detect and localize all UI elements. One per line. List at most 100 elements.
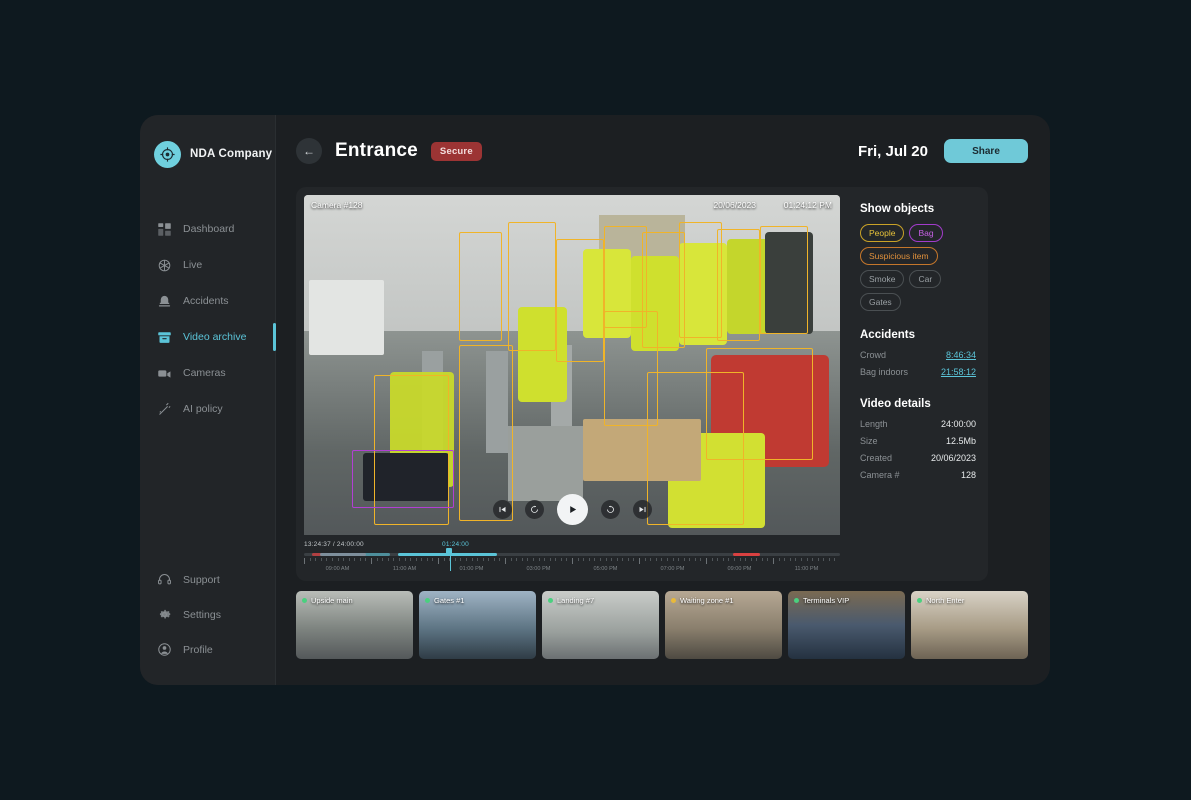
timeline-minor-tick bbox=[432, 558, 434, 561]
status-dot bbox=[548, 598, 553, 603]
camera-thumbnail-terminals-vip[interactable]: Terminals VIP bbox=[788, 591, 905, 659]
sidebar-item-accidents[interactable]: Accidents bbox=[140, 283, 275, 319]
date-label: Fri, Jul 20 bbox=[857, 142, 928, 160]
status-dot bbox=[671, 598, 676, 603]
scene-panel-left bbox=[309, 280, 385, 355]
timeline-minor-tick bbox=[315, 558, 317, 561]
detail-value: 12.5Mb bbox=[945, 436, 976, 446]
sidebar-item-label: Dashboard bbox=[183, 223, 235, 235]
accident-timestamp-link[interactable]: 8:46:34 bbox=[946, 350, 976, 360]
camera-thumbnail-north-enter[interactable]: North Enter bbox=[911, 591, 1028, 659]
player-and-details: Camera #128 20/06/2023 01:24:12 PM 13:24… bbox=[296, 187, 1028, 581]
camera-thumbnail-waiting-zone-1[interactable]: Waiting zone #1 bbox=[665, 591, 782, 659]
timeline-minor-tick bbox=[331, 558, 333, 561]
rewind-10-button[interactable] bbox=[524, 500, 544, 519]
active-indicator bbox=[273, 323, 276, 351]
share-button[interactable]: Share bbox=[944, 139, 1028, 163]
timeline-tick-label: 11:00 PM bbox=[794, 566, 819, 572]
timeline-bar[interactable] bbox=[304, 548, 840, 571]
sidebar-bottom-nav: Support Settings Profile bbox=[140, 562, 275, 685]
timeline[interactable]: 13:24:37 / 24:00:00 01:24:00 09:00 AM 11… bbox=[304, 539, 840, 573]
sidebar-item-live[interactable]: Live bbox=[140, 247, 275, 283]
sidebar-item-video-archive[interactable]: Video archive bbox=[140, 319, 276, 355]
timeline-major-tick bbox=[438, 558, 439, 564]
timeline-accident-marker bbox=[732, 553, 760, 556]
timeline-minor-tick bbox=[426, 558, 428, 561]
timeline-minor-tick bbox=[359, 558, 361, 561]
timeline-minor-tick bbox=[343, 558, 345, 561]
skip-forward-button[interactable] bbox=[632, 500, 652, 519]
timeline-minor-tick bbox=[733, 558, 735, 561]
timeline-minor-tick bbox=[387, 558, 389, 561]
arrow-left-icon[interactable]: ← bbox=[296, 138, 322, 164]
chip-gates[interactable]: Gates bbox=[860, 293, 901, 311]
timeline-minor-tick bbox=[661, 558, 663, 561]
timeline-minor-tick bbox=[778, 558, 780, 561]
timeline-tick-label: 05:00 PM bbox=[593, 566, 618, 572]
camera-thumbnail-strip: Upside main Gates #1 Landing #7 Waiting … bbox=[296, 591, 1028, 659]
timeline-minor-tick bbox=[694, 558, 696, 561]
camera-thumbnail-gates-1[interactable]: Gates #1 bbox=[419, 591, 536, 659]
chip-people[interactable]: People bbox=[860, 224, 905, 242]
accident-label: Bag indoors bbox=[860, 367, 909, 377]
chip-suspicious-item[interactable]: Suspicious item bbox=[860, 247, 938, 265]
timeline-major-tick bbox=[639, 558, 640, 564]
timeline-minor-tick bbox=[711, 558, 713, 561]
sidebar-item-label: AI policy bbox=[183, 403, 223, 415]
detail-row: Created 20/06/2023 bbox=[860, 453, 976, 463]
sidebar-item-settings[interactable]: Settings bbox=[140, 597, 275, 632]
forward-10-button[interactable] bbox=[600, 500, 620, 519]
detection-box-person bbox=[759, 225, 808, 335]
timeline-minor-tick bbox=[555, 558, 557, 561]
sidebar-nav: Dashboard Live Accidents Video archive C… bbox=[140, 211, 276, 427]
timeline-minor-tick bbox=[404, 558, 406, 561]
timeline-minor-tick bbox=[650, 558, 652, 561]
detection-box-person bbox=[679, 222, 723, 338]
sidebar-item-cameras[interactable]: Cameras bbox=[140, 355, 275, 391]
magic-wand-icon bbox=[157, 402, 172, 417]
show-objects-title: Show objects bbox=[860, 203, 935, 215]
timeline-tick-labels: 09:00 AM 11:00 AM 01:00 PM 03:00 PM 05:00 PM… bbox=[304, 566, 840, 573]
timeline-minor-tick bbox=[521, 558, 523, 561]
timeline-major-tick bbox=[371, 558, 372, 564]
timeline-minor-tick bbox=[454, 558, 456, 561]
sidebar-item-label: Cameras bbox=[183, 367, 226, 379]
timeline-minor-tick bbox=[717, 558, 719, 561]
timeline-major-tick bbox=[304, 558, 305, 564]
chip-bag[interactable]: Bag bbox=[909, 224, 943, 242]
brand: NDA Company bbox=[140, 137, 275, 171]
video-player[interactable]: Camera #128 20/06/2023 01:24:12 PM 13:24… bbox=[304, 195, 840, 573]
sidebar-item-support[interactable]: Support bbox=[140, 562, 275, 597]
timeline-minor-tick bbox=[756, 558, 758, 561]
timeline-minor-tick bbox=[655, 558, 657, 561]
sidebar: NDA Company Dashboard Live Accidents Vid… bbox=[140, 115, 276, 685]
sidebar-item-label: Support bbox=[183, 573, 220, 586]
archive-box-icon bbox=[157, 330, 172, 345]
timeline-minor-tick bbox=[482, 558, 484, 561]
play-button[interactable] bbox=[556, 494, 588, 525]
chip-car[interactable]: Car bbox=[909, 270, 942, 288]
headset-icon bbox=[157, 572, 172, 587]
timeline-minor-tick bbox=[834, 558, 836, 561]
timeline-minor-tick bbox=[605, 558, 607, 561]
sidebar-item-label: Settings bbox=[183, 608, 221, 621]
timeline-minor-tick bbox=[806, 558, 808, 561]
sidebar-item-profile[interactable]: Profile bbox=[140, 632, 275, 667]
video-camera-icon bbox=[157, 366, 172, 381]
gear-icon bbox=[157, 607, 172, 622]
timeline-minor-tick bbox=[828, 558, 830, 561]
chip-smoke[interactable]: Smoke bbox=[860, 270, 905, 288]
camera-thumbnail-upside-main[interactable]: Upside main bbox=[296, 591, 413, 659]
sidebar-item-ai-policy[interactable]: AI policy bbox=[140, 391, 275, 427]
camera-label: Gates #1 bbox=[434, 596, 465, 605]
timeline-tick-label: 03:00 PM bbox=[526, 566, 551, 572]
skip-back-button[interactable] bbox=[492, 500, 512, 519]
timeline-minor-tick bbox=[421, 558, 423, 561]
detail-value: 24:00:00 bbox=[940, 419, 976, 429]
detection-box-person bbox=[459, 232, 503, 342]
timeline-minor-tick bbox=[739, 558, 741, 561]
timeline-major-tick bbox=[773, 558, 774, 564]
accident-timestamp-link[interactable]: 21:58:12 bbox=[941, 367, 976, 377]
camera-thumbnail-landing-7[interactable]: Landing #7 bbox=[542, 591, 659, 659]
sidebar-item-dashboard[interactable]: Dashboard bbox=[140, 211, 275, 247]
